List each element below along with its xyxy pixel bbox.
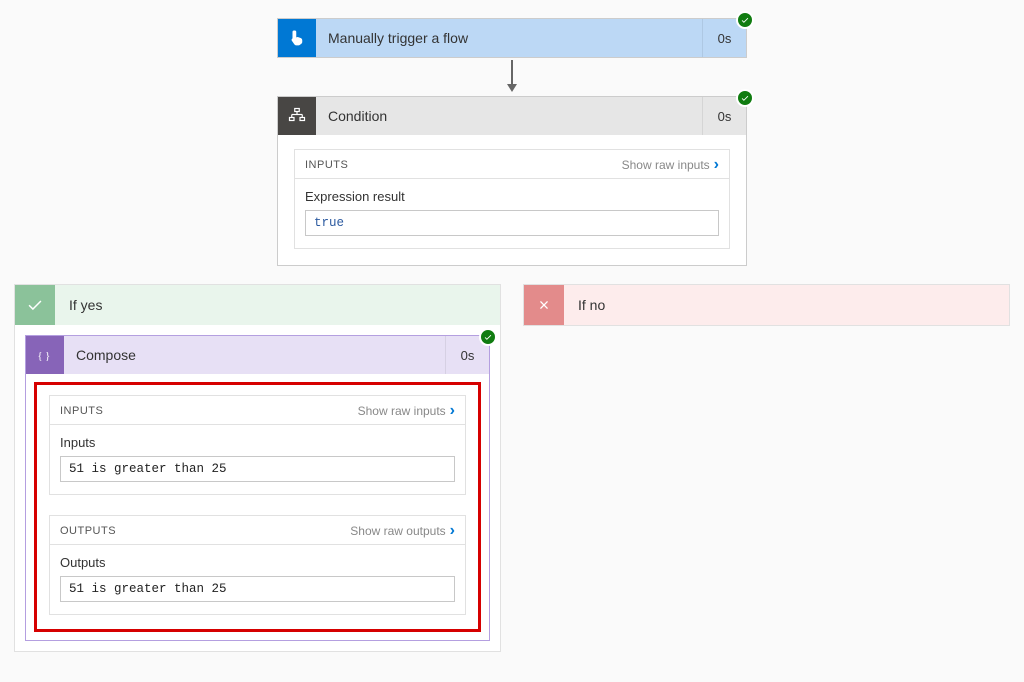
section-header: OUTPUTS Show raw outputs ›: [50, 516, 465, 545]
check-icon: [15, 285, 55, 325]
success-icon: [479, 328, 497, 346]
svg-text:{ }: { }: [38, 351, 51, 362]
section-body: Inputs 51 is greater than 25: [50, 425, 465, 494]
trigger-titlebar[interactable]: Manually trigger a flow 0s: [278, 19, 746, 57]
show-raw-inputs-link[interactable]: Show raw inputs ›: [358, 404, 455, 418]
show-raw-inputs-text: Show raw inputs: [622, 158, 710, 172]
success-icon: [736, 11, 754, 29]
branch-yes: If yes { } Compose 0s INPUTS Show r: [14, 284, 501, 652]
compose-title: Compose: [64, 347, 445, 363]
show-raw-inputs-text: Show raw inputs: [358, 404, 446, 418]
show-raw-inputs-link[interactable]: Show raw inputs ›: [622, 158, 719, 172]
compose-card[interactable]: { } Compose 0s INPUTS Show raw inputs ›: [25, 335, 490, 641]
compose-highlight: INPUTS Show raw inputs › Inputs 51 is gr…: [34, 382, 481, 632]
inputs-header-label: INPUTS: [305, 159, 348, 171]
condition-inputs-section: INPUTS Show raw inputs › Expression resu…: [294, 149, 730, 249]
success-icon: [736, 89, 754, 107]
branch-yes-header[interactable]: If yes: [15, 285, 500, 325]
branch-no: If no: [523, 284, 1010, 326]
condition-icon: [278, 97, 316, 135]
section-body: Expression result true: [295, 179, 729, 248]
connector-arrow: [504, 58, 520, 96]
compose-icon: { }: [26, 336, 64, 374]
compose-outputs-value: 51 is greater than 25: [60, 576, 455, 602]
condition-card[interactable]: Condition 0s INPUTS Show raw inputs › Ex…: [277, 96, 747, 266]
section-header: INPUTS Show raw inputs ›: [295, 150, 729, 179]
show-raw-outputs-text: Show raw outputs: [350, 524, 445, 538]
compose-outputs-section: OUTPUTS Show raw outputs › Outputs 51 is…: [49, 515, 466, 615]
inputs-header-label: INPUTS: [60, 405, 103, 417]
branch-yes-label: If yes: [55, 297, 116, 313]
compose-inputs-section: INPUTS Show raw inputs › Inputs 51 is gr…: [49, 395, 466, 495]
compose-outputs-label: Outputs: [60, 555, 455, 570]
expression-result-label: Expression result: [305, 189, 719, 204]
outputs-header-label: OUTPUTS: [60, 525, 116, 537]
condition-panel: INPUTS Show raw inputs › Expression resu…: [278, 135, 746, 265]
condition-titlebar[interactable]: Condition 0s: [278, 97, 746, 135]
expression-result-value: true: [305, 210, 719, 236]
compose-titlebar[interactable]: { } Compose 0s: [26, 336, 489, 374]
condition-title: Condition: [316, 108, 702, 124]
trigger-title: Manually trigger a flow: [316, 30, 702, 46]
trigger-card[interactable]: Manually trigger a flow 0s: [277, 18, 747, 58]
branch-no-header[interactable]: If no: [524, 285, 1009, 325]
compose-inputs-label: Inputs: [60, 435, 455, 450]
section-body: Outputs 51 is greater than 25: [50, 545, 465, 614]
show-raw-outputs-link[interactable]: Show raw outputs ›: [350, 524, 455, 538]
close-icon: [524, 285, 564, 325]
section-header: INPUTS Show raw inputs ›: [50, 396, 465, 425]
compose-inputs-value: 51 is greater than 25: [60, 456, 455, 482]
branch-row: If yes { } Compose 0s INPUTS Show r: [14, 284, 1010, 652]
branch-no-label: If no: [564, 297, 619, 313]
touch-icon: [278, 19, 316, 57]
